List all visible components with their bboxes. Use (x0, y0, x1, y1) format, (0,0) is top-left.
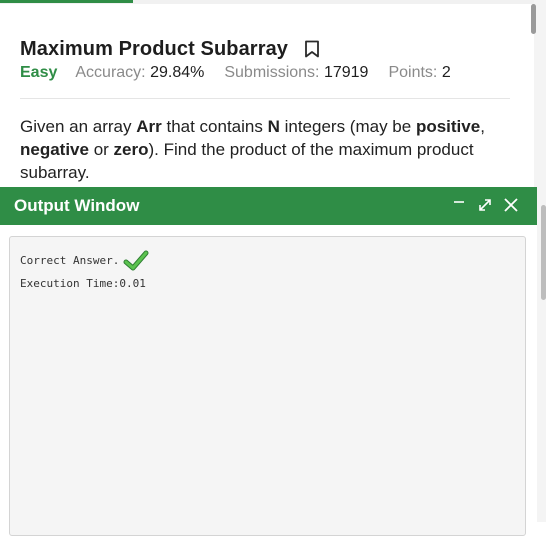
desc-text: or (88, 140, 114, 159)
result-text: Correct Answer. (20, 254, 120, 267)
checkmark-icon (123, 250, 149, 272)
accuracy-value: 29.84% (150, 64, 205, 81)
points-stat: Points: 2 (388, 64, 450, 82)
desc-bold-positive: positive (415, 117, 481, 136)
top-progress-fill (0, 0, 133, 3)
accuracy-label: Accuracy: (75, 64, 146, 81)
problem-title: Maximum Product Subarray (20, 37, 289, 60)
desc-bold-negative: negative (20, 140, 89, 159)
submissions-stat: Submissions: 17919 (224, 64, 368, 82)
window-controls (449, 193, 521, 217)
problem-meta: Easy Accuracy: 29.84% Submissions: 17919… (20, 64, 510, 88)
desc-text: integers (may be (279, 117, 416, 136)
execution-text: Execution Time:0.01 (20, 277, 146, 290)
panel-scrollbar-thumb[interactable] (541, 205, 546, 300)
difficulty-badge: Easy (20, 64, 58, 81)
desc-bold-n: N (267, 117, 280, 136)
output-window-header[interactable]: Output Window (0, 187, 537, 225)
output-window: Output Window Correct Answer. Execution … (0, 187, 537, 536)
desc-text: , (480, 117, 485, 136)
problem-panel: Maximum Product Subarray Easy Accuracy: … (20, 34, 510, 184)
desc-text: Given an array (20, 117, 137, 136)
accuracy-stat: Accuracy: 29.84% (75, 64, 204, 82)
page-scrollbar-thumb[interactable] (531, 4, 536, 34)
submissions-value: 17919 (323, 64, 369, 81)
expand-icon[interactable] (475, 193, 495, 217)
output-window-title: Output Window (14, 196, 140, 215)
result-line: Correct Answer. (20, 249, 515, 272)
points-value: 2 (441, 64, 451, 81)
top-progress-bar (0, 0, 546, 4)
submissions-label: Submissions: (224, 64, 320, 81)
problem-title-row: Maximum Product Subarray (20, 34, 510, 64)
output-console: Correct Answer. Execution Time:0.01 (9, 236, 526, 536)
minimize-icon[interactable] (449, 193, 469, 217)
desc-bold-arr: Arr (136, 117, 162, 136)
problem-description: Given an array Arr that contains N integ… (20, 115, 510, 184)
close-icon[interactable] (501, 193, 521, 217)
desc-bold-zero: zero (113, 140, 149, 159)
desc-text: that contains (161, 117, 268, 136)
bookmark-icon[interactable] (304, 40, 320, 58)
divider (20, 98, 510, 99)
execution-line: Execution Time:0.01 (20, 272, 515, 295)
points-label: Points: (388, 64, 438, 81)
